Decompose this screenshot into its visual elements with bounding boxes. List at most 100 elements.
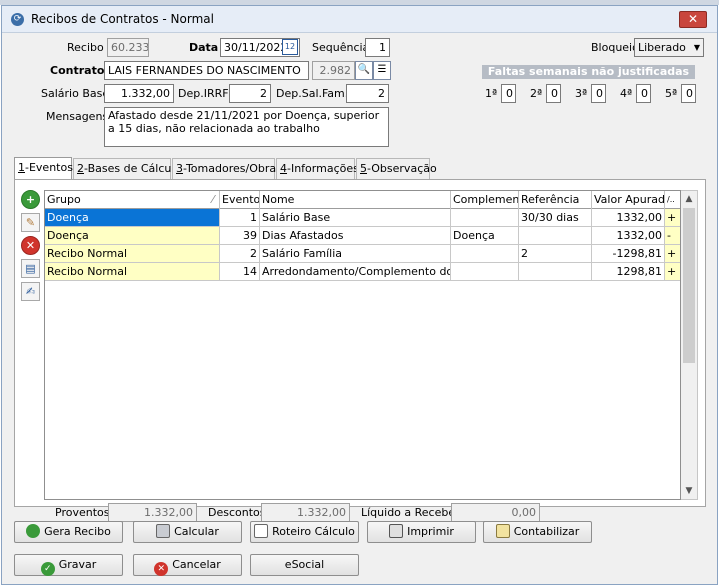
cell-grupo[interactable]: Recibo Normal — [45, 263, 220, 281]
col-complemento[interactable]: Complemento — [451, 191, 519, 209]
imprimir-button[interactable]: Imprimir — [367, 521, 476, 543]
gera-recibo-button[interactable]: Gera Recibo — [14, 521, 123, 543]
descontos-field: 1.332,00 — [261, 503, 350, 522]
mensagens-label: Mensagens — [46, 110, 109, 123]
cell-sinal[interactable]: + — [665, 263, 680, 281]
table-row[interactable]: Recibo Normal 2 Salário Família 2 -1298,… — [45, 245, 680, 263]
table-row[interactable]: Doença 1 Salário Base 30/30 dias 1332,00… — [45, 209, 680, 227]
scroll-thumb[interactable] — [683, 208, 695, 363]
edit-icon[interactable]: ✎ — [21, 213, 40, 232]
bloqueio-label: Bloqueio — [591, 41, 639, 54]
faltas-week-5-field[interactable]: 0 — [681, 84, 696, 103]
col-nome[interactable]: Nome — [260, 191, 451, 209]
col-valor-apurado[interactable]: Valor Apurado — [592, 191, 665, 209]
faltas-header: Faltas semanais não justificadas — [482, 65, 695, 79]
col-sinal[interactable]: /.. — [665, 191, 680, 209]
tab-bases-calculo[interactable]: 2-Bases de Cálculo — [73, 158, 181, 179]
gravar-button[interactable]: ✓ Gravar — [14, 554, 123, 576]
tab-observacao-label: -Observação — [367, 162, 437, 175]
cell-referencia[interactable] — [519, 263, 592, 281]
col-grupo[interactable]: Grupo ⁄ — [45, 191, 220, 209]
calendar-icon[interactable]: 12 — [282, 39, 298, 55]
scroll-up-icon[interactable]: ▲ — [681, 191, 697, 207]
faltas-week-3-field[interactable]: 0 — [591, 84, 606, 103]
cell-sinal[interactable]: + — [665, 209, 680, 227]
grid-scrollbar[interactable]: ▲ ▼ — [681, 190, 698, 500]
notes-icon[interactable]: ✍ — [21, 282, 40, 301]
col-referencia[interactable]: Referência — [519, 191, 592, 209]
sequencia-field[interactable]: 1 — [365, 38, 390, 57]
esocial-button[interactable]: eSocial — [250, 554, 359, 576]
cell-complemento[interactable]: Doença — [451, 227, 519, 245]
faltas-week-1-field[interactable]: 0 — [501, 84, 516, 103]
check-icon: ✓ — [40, 562, 55, 576]
proventos-field: 1.332,00 — [108, 503, 197, 522]
table-row[interactable]: Doença 39 Dias Afastados Doença 1332,00 … — [45, 227, 680, 245]
eventos-grid: Grupo ⁄ Evento Nome Complemento Referênci… — [44, 190, 681, 500]
cell-evento[interactable]: 2 — [220, 245, 260, 263]
tab-eventos-key: 1 — [18, 161, 25, 174]
cell-referencia[interactable]: 30/30 dias — [519, 209, 592, 227]
cell-referencia[interactable] — [519, 227, 592, 245]
sequencia-label: Sequência — [312, 41, 370, 54]
col-grupo-label: Grupo — [47, 193, 81, 206]
col-evento[interactable]: Evento — [220, 191, 260, 209]
salario-field[interactable]: 1.332,00 — [104, 84, 174, 103]
depirrf-field[interactable]: 2 — [229, 84, 271, 103]
cell-valor[interactable]: -1298,81 — [592, 245, 665, 263]
recibo-field[interactable]: 60.233 — [107, 38, 149, 57]
app-icon: ⟳ — [11, 13, 24, 26]
document-icon[interactable]: ▤ — [21, 259, 40, 278]
tab-bases-label: -Bases de Cálculo — [84, 162, 182, 175]
cell-valor[interactable]: 1332,00 — [592, 227, 665, 245]
cancel-icon: ✕ — [154, 562, 169, 576]
roteiro-calculo-button[interactable]: Roteiro Cálculo — [250, 521, 359, 543]
cell-grupo[interactable]: Recibo Normal — [45, 245, 220, 263]
cell-sinal[interactable]: + — [665, 245, 680, 263]
cell-complemento[interactable] — [451, 263, 519, 281]
faltas-week-2-field[interactable]: 0 — [546, 84, 561, 103]
faltas-week-4-field[interactable]: 0 — [636, 84, 651, 103]
cell-complemento[interactable] — [451, 209, 519, 227]
salario-label: Salário Base — [41, 87, 110, 100]
tab-informacoes[interactable]: 4-Informações — [276, 158, 359, 179]
list-icon[interactable]: ☰ — [373, 61, 391, 80]
cell-sinal[interactable]: - — [665, 227, 680, 245]
cell-evento[interactable]: 1 — [220, 209, 260, 227]
calcular-button[interactable]: Calcular — [133, 521, 242, 543]
cell-grupo[interactable]: Doença — [45, 209, 220, 227]
cell-nome[interactable]: Arredondamento/Complemento do Mês — [260, 263, 451, 281]
cell-nome[interactable]: Dias Afastados — [260, 227, 451, 245]
tab-tomadores-obras[interactable]: 3-Tomadores/Obras — [172, 158, 282, 179]
contrato-code-field[interactable]: 2.982 — [312, 61, 355, 80]
tab-eventos[interactable]: 1-Eventos — [14, 157, 73, 180]
recibo-label: Recibo — [67, 41, 104, 54]
cell-referencia[interactable]: 2 — [519, 245, 592, 263]
bloqueio-select[interactable]: Liberado ▼ — [634, 38, 704, 57]
scroll-down-icon[interactable]: ▼ — [681, 483, 697, 499]
cancelar-button[interactable]: ✕ Cancelar — [133, 554, 242, 576]
faltas-week-3-label: 3ª — [575, 87, 588, 100]
cell-valor[interactable]: 1298,81 — [592, 263, 665, 281]
close-button[interactable]: ✕ — [679, 11, 707, 28]
search-icon[interactable]: 🔍 — [355, 61, 373, 80]
tab-informacoes-label: -Informações — [287, 162, 359, 175]
table-row[interactable]: Recibo Normal 14 Arredondamento/Compleme… — [45, 263, 680, 281]
cell-valor[interactable]: 1332,00 — [592, 209, 665, 227]
delete-icon[interactable]: ✕ — [21, 236, 40, 255]
cell-grupo[interactable]: Doença — [45, 227, 220, 245]
cell-evento[interactable]: 14 — [220, 263, 260, 281]
contabilizar-label: Contabilizar — [513, 525, 580, 538]
mensagens-field[interactable]: Afastado desde 21/11/2021 por Doença, su… — [104, 107, 389, 147]
imprimir-label: Imprimir — [407, 525, 454, 538]
cell-nome[interactable]: Salário Base — [260, 209, 451, 227]
depsalfam-field[interactable]: 2 — [346, 84, 389, 103]
cell-evento[interactable]: 39 — [220, 227, 260, 245]
add-icon[interactable]: + — [21, 190, 40, 209]
cell-complemento[interactable] — [451, 245, 519, 263]
tab-observacao[interactable]: 5-Observação — [356, 158, 437, 179]
contabilizar-button[interactable]: Contabilizar — [483, 521, 592, 543]
window-title: Recibos de Contratos - Normal — [31, 12, 214, 26]
cell-nome[interactable]: Salário Família — [260, 245, 451, 263]
contrato-name-field[interactable]: LAIS FERNANDES DO NASCIMENTO — [104, 61, 309, 80]
